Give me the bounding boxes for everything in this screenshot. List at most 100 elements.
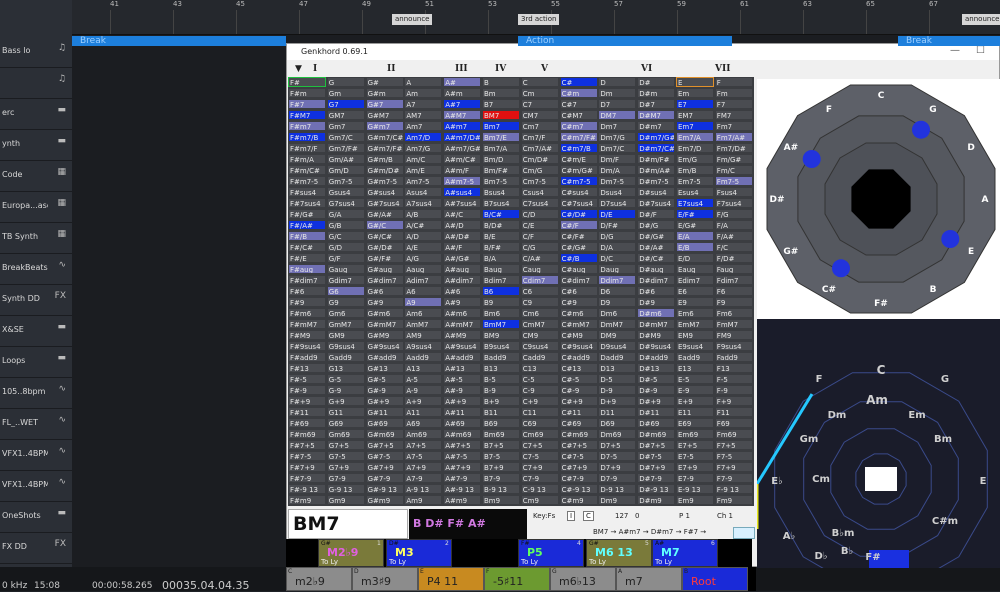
octave-field[interactable]: 0	[635, 512, 639, 520]
chord-cell[interactable]: C69	[520, 418, 559, 428]
wheel2-label[interactable]: Bm	[934, 434, 952, 445]
chord-cell[interactable]: Gm/D	[326, 165, 365, 175]
chord-cell[interactable]: F#m6	[288, 308, 326, 318]
chord-cell[interactable]: D#-5	[637, 374, 676, 384]
chord-cell[interactable]: G#m/D#	[365, 165, 404, 175]
chord-cell[interactable]: G#+9	[365, 396, 404, 406]
chord-cell[interactable]: E/F#	[676, 209, 714, 219]
chord-cell[interactable]: B	[482, 77, 520, 87]
chord-cell[interactable]: D#-9	[637, 385, 676, 395]
chord-cell[interactable]: D7+5	[598, 440, 637, 450]
chord-cell[interactable]: D/G	[598, 231, 637, 241]
chord-cell[interactable]: B9sus4	[482, 341, 520, 351]
chord-cell[interactable]: A#m	[443, 88, 482, 98]
chord-cell[interactable]: D#m9	[637, 495, 676, 505]
chord-cell[interactable]: Fm7-5	[714, 176, 753, 186]
wheel2-label[interactable]: B♭	[841, 546, 854, 557]
chord-cell[interactable]: G9	[326, 297, 365, 307]
chord-cell[interactable]: Dm69	[598, 429, 637, 439]
chord-cell[interactable]: Dadd9	[598, 352, 637, 362]
chord-cell[interactable]: G#7-5	[365, 451, 404, 461]
chord-cell[interactable]: Fm7	[714, 121, 753, 131]
chord-cell[interactable]: B7+9	[482, 462, 520, 472]
chord-cell[interactable]: Em/B	[676, 165, 714, 175]
chord-cell[interactable]: AM9	[404, 330, 443, 340]
chord-cell[interactable]: BmM7	[482, 319, 520, 329]
chord-cell[interactable]: A#m7/G#	[443, 143, 482, 153]
chord-cell[interactable]: C#/F	[559, 220, 598, 230]
chord-cell[interactable]: F#m7/F	[288, 143, 326, 153]
interval-pad[interactable]: Dm3♯9	[352, 567, 418, 591]
chord-cell[interactable]: Bm69	[482, 429, 520, 439]
chord-cell[interactable]: A#m6	[443, 308, 482, 318]
chord-cell[interactable]: E7+9	[676, 462, 714, 472]
chord-cell[interactable]: A7sus4	[404, 198, 443, 208]
chord-cell[interactable]: CM9	[520, 330, 559, 340]
chord-cell[interactable]: E7-5	[676, 451, 714, 461]
chord-cell[interactable]: C7-5	[520, 451, 559, 461]
section-bar[interactable]: Action	[518, 36, 732, 46]
chord-cell[interactable]: F/D#	[714, 253, 753, 263]
chord-cell[interactable]: A-5	[404, 374, 443, 384]
chord-cell[interactable]: G#m7-5	[365, 176, 404, 186]
chord-cell[interactable]: F#m7-5	[288, 176, 326, 186]
chord-cell[interactable]: A#m7-5	[443, 176, 482, 186]
chord-cell[interactable]: D#m/F#	[637, 154, 676, 164]
chord-cell[interactable]: G6	[326, 286, 365, 296]
chord-cell[interactable]: Fm/G#	[714, 154, 753, 164]
chord-cell[interactable]: Gaug	[326, 264, 365, 274]
wheel2-label[interactable]: Am	[866, 393, 888, 407]
chord-cell[interactable]: Em7/D	[676, 143, 714, 153]
chord-cell[interactable]: C9sus4	[520, 341, 559, 351]
chord-cell[interactable]: D#M9	[637, 330, 676, 340]
chord-cell[interactable]: A#7-5	[443, 451, 482, 461]
chord-cell[interactable]: F#m7/B	[288, 132, 326, 142]
chord-cell[interactable]: A/C#	[404, 220, 443, 230]
chord-cell[interactable]: Am	[404, 88, 443, 98]
chord-cell[interactable]: AmM7	[404, 319, 443, 329]
chord-cell[interactable]: B7-9	[482, 473, 520, 483]
chord-cell[interactable]: C#/F#	[559, 231, 598, 241]
chord-cell[interactable]: A#9sus4	[443, 341, 482, 351]
chord-cell[interactable]: C#/B	[559, 253, 598, 263]
wheel-chord-dot[interactable]	[941, 230, 960, 248]
wheel-key-label[interactable]: D	[967, 143, 974, 153]
chord-cell[interactable]: F-9 13	[714, 484, 753, 494]
chord-cell[interactable]: Dm6	[598, 308, 637, 318]
chord-cell[interactable]: E/A	[676, 231, 714, 241]
track-header[interactable]: BreakBeats ∿	[0, 251, 72, 285]
chord-cell[interactable]: B/C#	[482, 209, 520, 219]
chord-cell[interactable]: G#M9	[365, 330, 404, 340]
chord-cell[interactable]: C7	[520, 99, 559, 109]
chord-cell[interactable]: F#-9 13	[288, 484, 326, 494]
chord-cell[interactable]: C-9	[520, 385, 559, 395]
chord-cell[interactable]: Bm	[482, 88, 520, 98]
chord-cell[interactable]: C11	[520, 407, 559, 417]
chord-cell[interactable]: F-5	[714, 374, 753, 384]
chord-cell[interactable]: F#m/A	[288, 154, 326, 164]
marker-label[interactable]: announce	[392, 14, 433, 25]
interval-pad[interactable]: B Root	[682, 567, 748, 591]
chord-cell[interactable]: G#-5	[365, 374, 404, 384]
chord-cell[interactable]: Gm7	[326, 121, 365, 131]
track-header[interactable]: ynth ▬	[0, 127, 72, 161]
chord-cell[interactable]: G+9	[326, 396, 365, 406]
wheel-key-label[interactable]: C	[878, 91, 885, 101]
chord-cell[interactable]: G#aug	[365, 264, 404, 274]
chord-cell[interactable]: Eaug	[676, 264, 714, 274]
chord-cell[interactable]: C/G	[520, 242, 559, 252]
chord-cell[interactable]: B7	[482, 99, 520, 109]
chord-cell[interactable]: EmM7	[676, 319, 714, 329]
chord-cell[interactable]: E-9 13	[676, 484, 714, 494]
chord-cell[interactable]: B7+5	[482, 440, 520, 450]
chord-cell[interactable]: F#-5	[288, 374, 326, 384]
chord-cell[interactable]: Dm7/C	[598, 143, 637, 153]
chord-cell[interactable]: C6	[520, 286, 559, 296]
chord-cell[interactable]: F/A	[714, 220, 753, 230]
chord-cell[interactable]: D#-9 13	[637, 484, 676, 494]
chord-cell[interactable]: C#m6	[559, 308, 598, 318]
chord-cell[interactable]: D#M7	[637, 110, 676, 120]
chord-cell[interactable]: C	[520, 77, 559, 87]
chord-cell[interactable]: D7sus4	[598, 198, 637, 208]
chord-cell[interactable]: A/E	[404, 242, 443, 252]
